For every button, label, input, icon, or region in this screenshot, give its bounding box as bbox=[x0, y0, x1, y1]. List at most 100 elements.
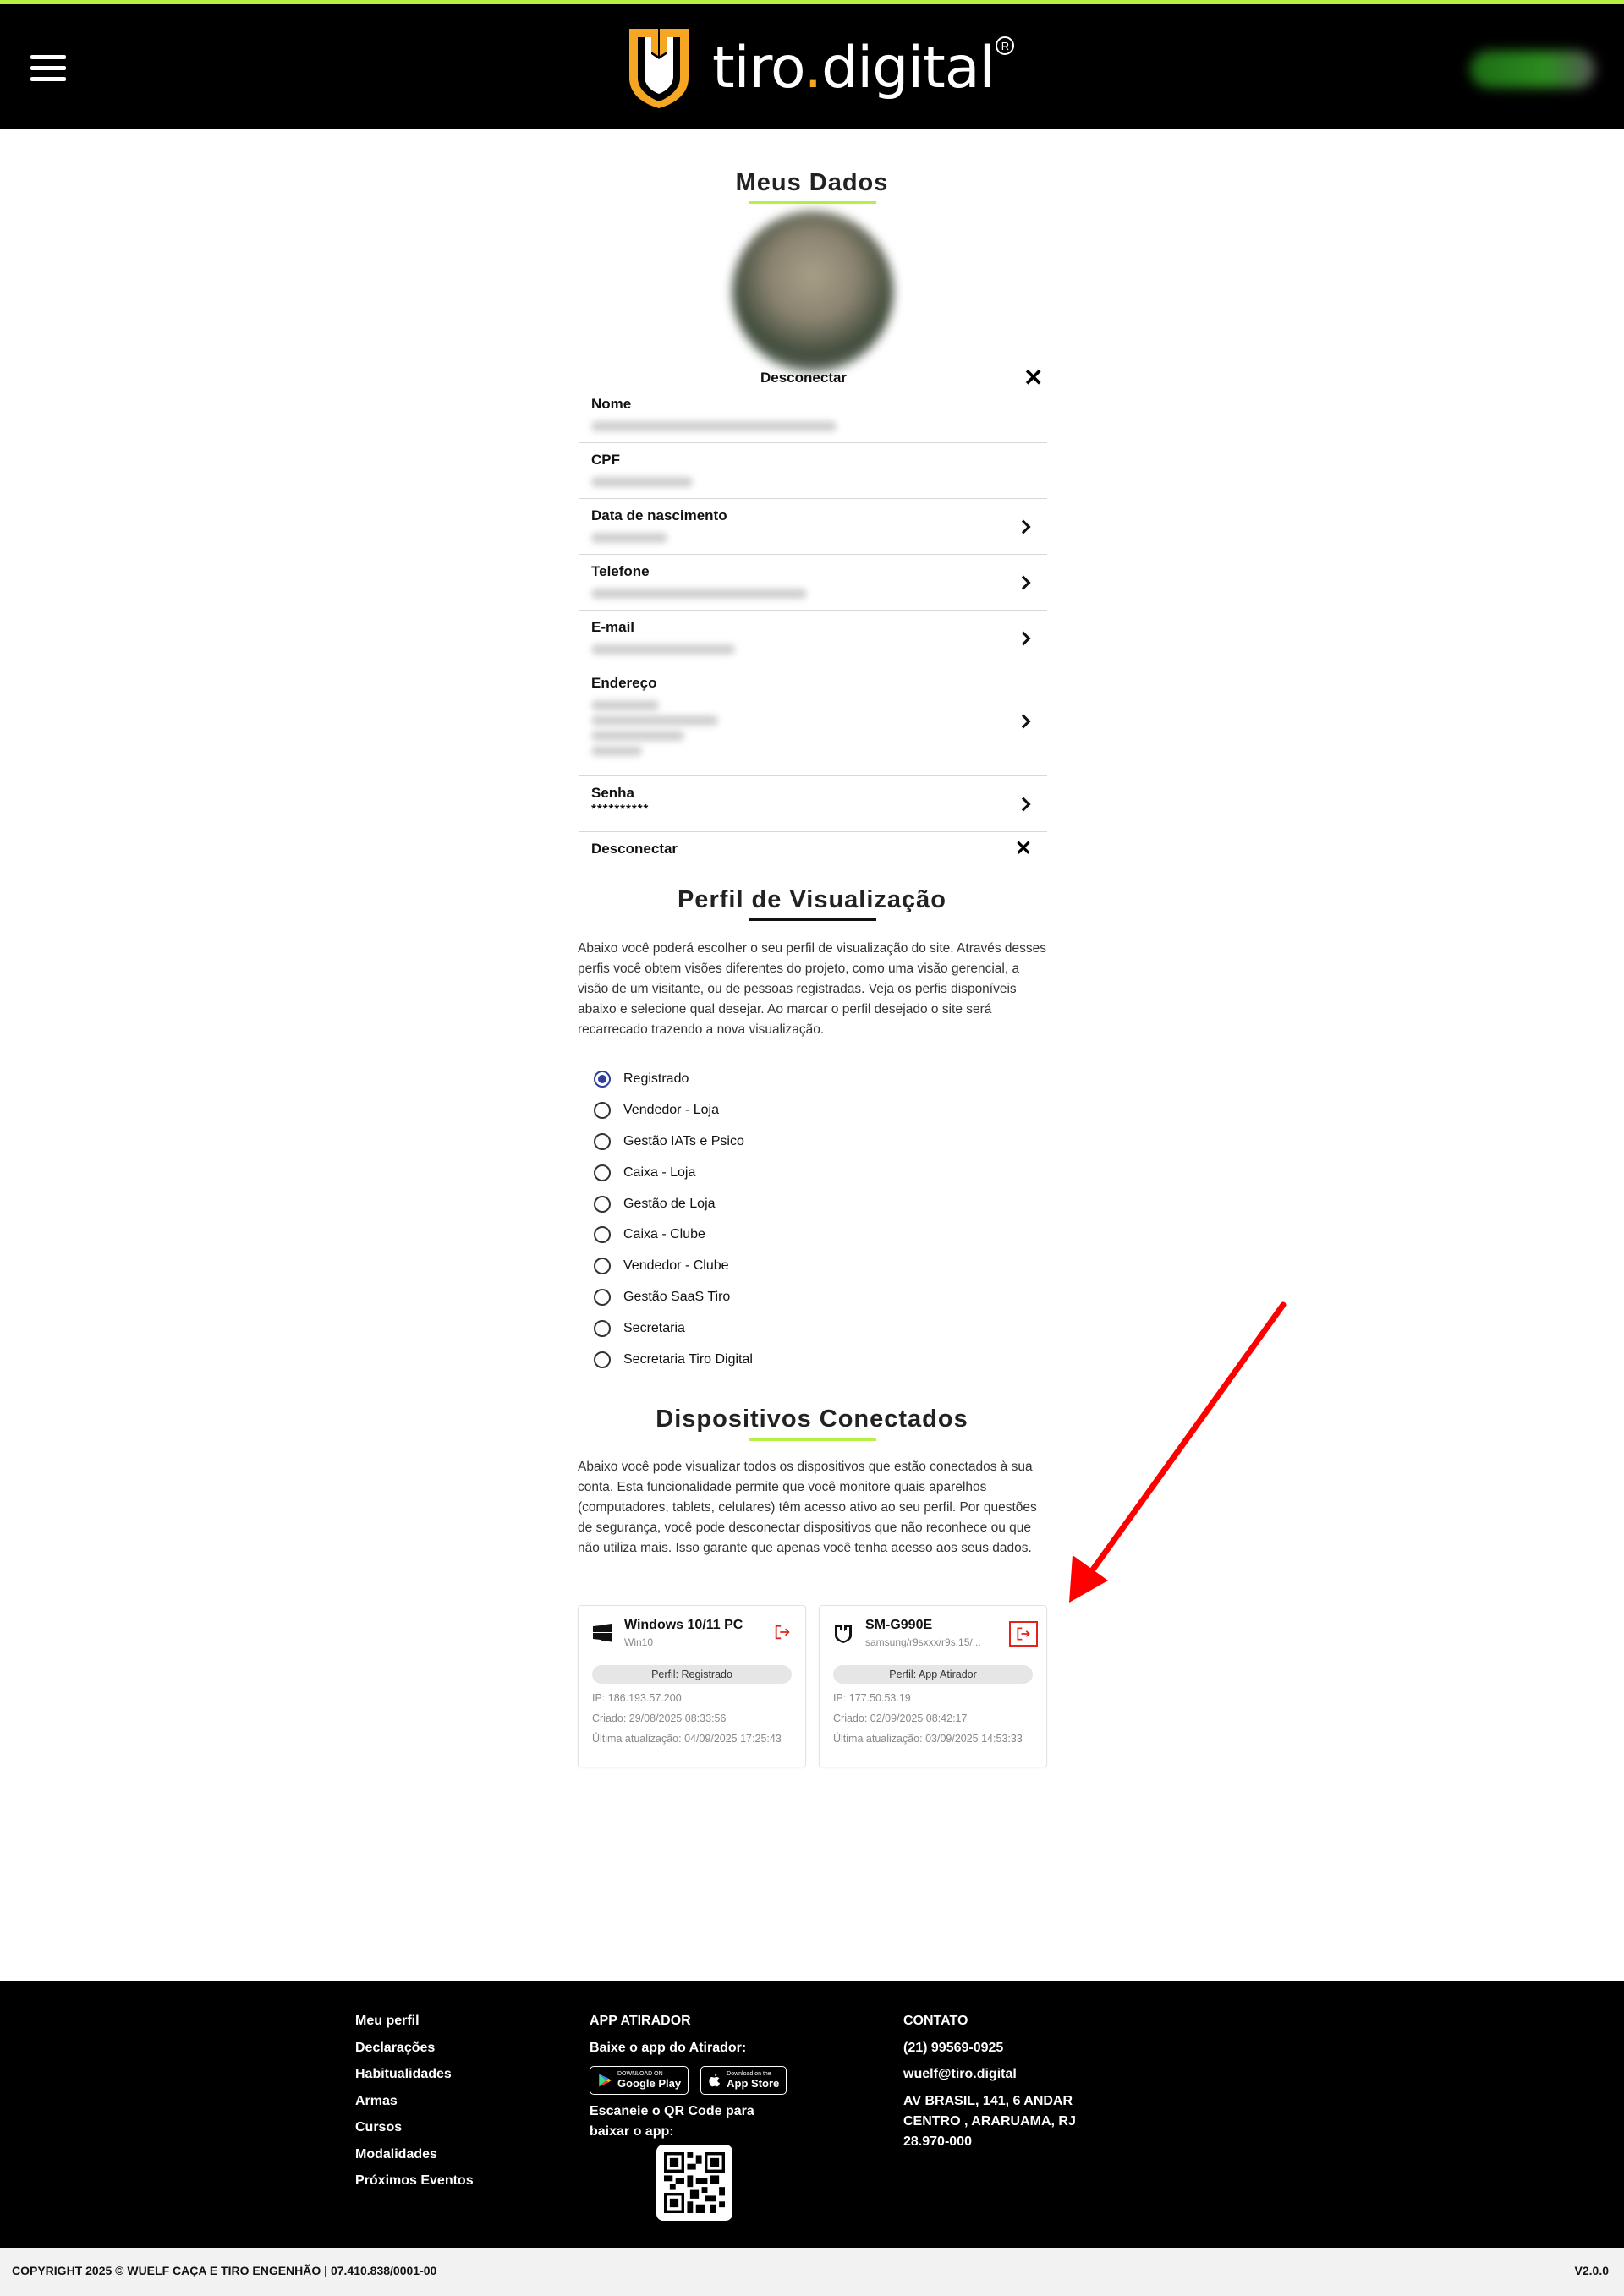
registered-mark: R bbox=[996, 36, 1015, 55]
device-card: Windows 10/11 PC Win10 Perfil: Registrad… bbox=[578, 1605, 806, 1767]
footer-link[interactable]: Meu perfil bbox=[355, 2011, 474, 2038]
field-label: Nome bbox=[591, 396, 632, 412]
title-underline bbox=[749, 918, 876, 921]
view-profile-title: Perfil de Visualização bbox=[677, 886, 947, 913]
field-telefone[interactable]: Telefone bbox=[579, 555, 1047, 611]
radio-option[interactable]: Registrado bbox=[594, 1064, 753, 1095]
qr-code-image bbox=[664, 2152, 725, 2213]
page-title: Meus Dados bbox=[735, 169, 889, 196]
field-value-blurred bbox=[591, 421, 837, 431]
field-value-blurred bbox=[591, 715, 718, 726]
radio-button[interactable] bbox=[594, 1102, 611, 1120]
radio-button[interactable] bbox=[594, 1258, 611, 1275]
google-play-button[interactable]: DOWNLOAD ON Google Play bbox=[590, 2066, 689, 2095]
field-value-blurred bbox=[591, 700, 659, 710]
radio-button[interactable] bbox=[594, 1164, 611, 1181]
radio-label: Gestão SaaS Tiro bbox=[623, 1289, 731, 1304]
view-profile-options: Registrado Vendedor - Loja Gestão IATs e P… bbox=[594, 1064, 753, 1375]
device-ip: IP: 186.193.57.200 bbox=[592, 1692, 682, 1704]
device-subtitle: Win10 bbox=[624, 1636, 654, 1648]
radio-button[interactable] bbox=[594, 1132, 611, 1150]
devices-title: Dispositivos Conectados bbox=[656, 1406, 968, 1433]
field-endereco[interactable]: Endereço bbox=[579, 666, 1047, 776]
footer-link[interactable]: Próximos Eventos bbox=[355, 2171, 474, 2198]
radio-label: Gestão IATs e Psico bbox=[623, 1133, 744, 1148]
radio-option[interactable]: Caixa - Clube bbox=[594, 1219, 753, 1251]
field-senha[interactable]: Senha ********** bbox=[579, 776, 1047, 832]
footer-link[interactable]: Habitualidades bbox=[355, 2064, 474, 2091]
brand-logo[interactable]: tiro.digital R bbox=[626, 21, 1015, 114]
footer-app-title: APP ATIRADOR bbox=[590, 2014, 691, 2028]
radio-label: Caixa - Clube bbox=[623, 1227, 705, 1242]
radio-option[interactable]: Gestão IATs e Psico bbox=[594, 1126, 753, 1158]
disconnect-close-icon[interactable]: ✕ bbox=[1015, 839, 1032, 859]
password-value: ********** bbox=[591, 802, 650, 816]
avatar-disconnect-close-icon[interactable]: ✕ bbox=[1023, 366, 1043, 390]
radio-button[interactable] bbox=[594, 1319, 611, 1337]
footer-app: APP ATIRADOR Baixe o app do Atirador: DO… bbox=[590, 2011, 801, 2142]
footer-link[interactable]: Armas bbox=[355, 2091, 474, 2118]
device-profile-badge: Perfil: Registrado bbox=[592, 1665, 792, 1684]
footer-contact: CONTATO (21) 99569-0925 wuelf@tiro.digit… bbox=[903, 2011, 1076, 2152]
hamburger-menu-icon[interactable] bbox=[30, 55, 66, 82]
field-value-blurred bbox=[591, 731, 684, 741]
field-desconectar[interactable]: Desconectar ✕ bbox=[579, 832, 1047, 869]
tiro-app-icon bbox=[835, 1625, 852, 1643]
field-label: Data de nascimento bbox=[591, 507, 727, 523]
footer-qr-text: Escaneie o QR Code para baixar o app: bbox=[590, 2104, 754, 2139]
radio-label: Secretaria Tiro Digital bbox=[623, 1351, 753, 1367]
user-menu-blurred[interactable] bbox=[1470, 51, 1595, 88]
google-play-label: Google Play bbox=[617, 2077, 682, 2090]
footer-links: Meu perfil Declarações Habitualidades Armas… bbox=[355, 2011, 474, 2198]
field-value-blurred bbox=[591, 589, 807, 599]
footer-phone[interactable]: (21) 99569-0925 bbox=[903, 2038, 1076, 2065]
radio-button[interactable] bbox=[594, 1226, 611, 1244]
radio-button[interactable] bbox=[594, 1351, 611, 1368]
radio-button[interactable] bbox=[594, 1288, 611, 1306]
title-underline bbox=[749, 1438, 876, 1441]
copyright-text: COPYRIGHT 2025 © WUELF CAÇA E TIRO ENGEN… bbox=[12, 2264, 437, 2277]
footer-link[interactable]: Modalidades bbox=[355, 2145, 474, 2172]
radio-option[interactable]: Secretaria Tiro Digital bbox=[594, 1344, 753, 1375]
radio-option[interactable]: Secretaria bbox=[594, 1312, 753, 1344]
logout-icon[interactable] bbox=[773, 1623, 792, 1641]
footer-address-line: AV BRASIL, 141, 6 ANDAR bbox=[903, 2093, 1073, 2108]
logout-icon bbox=[1017, 1627, 1030, 1641]
qr-code[interactable] bbox=[656, 2145, 732, 2221]
footer-email[interactable]: wuelf@tiro.digital bbox=[903, 2064, 1076, 2091]
disconnect-label: Desconectar bbox=[591, 841, 678, 857]
site-footer: Meu perfil Declarações Habitualidades Armas… bbox=[0, 1981, 1624, 2248]
field-nome: Nome bbox=[579, 387, 1047, 443]
radio-label: Caixa - Loja bbox=[623, 1164, 696, 1180]
view-profile-description: Abaixo você poderá escolher o seu perfil… bbox=[578, 941, 1047, 1037]
brand-name: tiro.digital bbox=[712, 34, 995, 101]
radio-button[interactable] bbox=[594, 1071, 611, 1088]
field-label: CPF bbox=[591, 452, 620, 468]
field-nascimento[interactable]: Data de nascimento bbox=[579, 499, 1047, 555]
avatar bbox=[732, 211, 893, 372]
title-underline bbox=[749, 201, 876, 204]
field-value-blurred bbox=[591, 533, 667, 543]
app-store-button[interactable]: Download on the App Store bbox=[700, 2066, 787, 2095]
chevron-right-icon[interactable] bbox=[1016, 714, 1031, 728]
radio-option[interactable]: Gestão SaaS Tiro bbox=[594, 1282, 753, 1313]
radio-option[interactable]: Vendedor - Loja bbox=[594, 1095, 753, 1126]
profile-form: Nome CPF Data de nascimento Telefone E-m… bbox=[579, 387, 1047, 869]
device-name: SM-G990E bbox=[865, 1618, 933, 1632]
device-created: Criado: 29/08/2025 08:33:56 bbox=[592, 1712, 727, 1724]
footer-link[interactable]: Cursos bbox=[355, 2118, 474, 2145]
copyright-bar: COPYRIGHT 2025 © WUELF CAÇA E TIRO ENGEN… bbox=[0, 2248, 1624, 2296]
radio-button[interactable] bbox=[594, 1195, 611, 1213]
radio-option[interactable]: Caixa - Loja bbox=[594, 1157, 753, 1188]
device-ip: IP: 177.50.53.19 bbox=[833, 1692, 911, 1704]
device-subtitle: samsung/r9sxxx/r9s:15/... bbox=[865, 1636, 981, 1648]
field-label: Endereço bbox=[591, 675, 657, 691]
radio-label: Gestão de Loja bbox=[623, 1196, 716, 1211]
radio-option[interactable]: Vendedor - Clube bbox=[594, 1251, 753, 1282]
app-store-label: App Store bbox=[727, 2077, 780, 2090]
field-value-blurred bbox=[591, 644, 735, 655]
field-email[interactable]: E-mail bbox=[579, 611, 1047, 666]
radio-option[interactable]: Gestão de Loja bbox=[594, 1188, 753, 1219]
device-profile-badge: Perfil: App Atirador bbox=[833, 1665, 1033, 1684]
footer-link[interactable]: Declarações bbox=[355, 2038, 474, 2065]
